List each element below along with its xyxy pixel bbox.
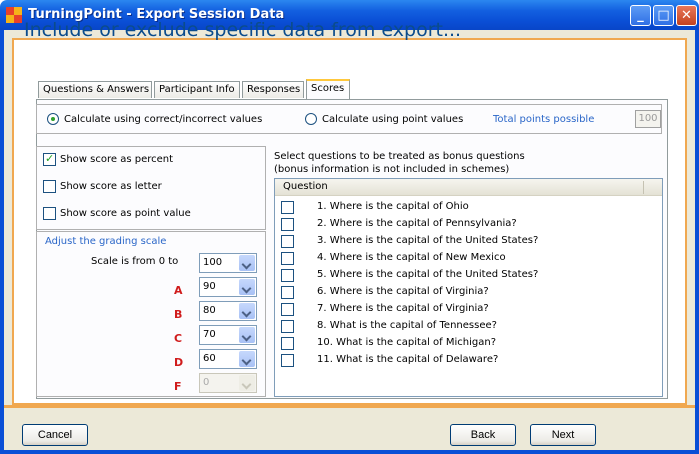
close-icon: ✕: [681, 8, 692, 23]
grade-letter-a: A: [174, 284, 183, 297]
maximize-button[interactable]: □: [653, 5, 674, 26]
bonus-checkbox[interactable]: [281, 354, 294, 367]
grade-d-select[interactable]: 60: [199, 349, 257, 369]
question-text: 11. What is the capital of Delaware?: [317, 354, 499, 365]
bonus-instructions-line-1: Select questions to be treated as bonus …: [274, 151, 525, 162]
show-percent-label[interactable]: Show score as percent: [60, 154, 173, 165]
question-row[interactable]: 7. Where is the capital of Virginia?: [275, 301, 662, 318]
chevron-down-icon[interactable]: [239, 279, 255, 295]
bonus-checkbox[interactable]: [281, 320, 294, 333]
bonus-checkbox[interactable]: [281, 235, 294, 248]
bonus-question-list: Question 1. Where is the capital of Ohio…: [274, 178, 663, 397]
chevron-down-icon: [239, 375, 255, 391]
question-column-header[interactable]: Question: [275, 179, 662, 196]
grade-a-select[interactable]: 90: [199, 277, 257, 297]
bonus-checkbox[interactable]: [281, 269, 294, 282]
back-button[interactable]: Back: [450, 424, 516, 446]
grading-scale-group: Adjust the grading scale Scale is from 0…: [36, 231, 266, 397]
bonus-checkbox[interactable]: [281, 337, 294, 350]
bonus-checkbox[interactable]: [281, 218, 294, 231]
total-points-input[interactable]: 100: [635, 110, 661, 128]
scale-range-label: Scale is from 0 to: [91, 256, 179, 267]
question-row[interactable]: 8. What is the capital of Tennessee?: [275, 318, 662, 335]
bonus-checkbox[interactable]: [281, 286, 294, 299]
grade-f-value: 0: [203, 377, 210, 388]
question-column-label: Question: [283, 181, 328, 192]
chevron-down-icon[interactable]: [239, 351, 255, 367]
chevron-down-icon[interactable]: [239, 255, 255, 271]
grade-d-value: 60: [203, 353, 216, 364]
chevron-down-icon[interactable]: [239, 303, 255, 319]
bonus-checkbox[interactable]: [281, 201, 294, 214]
question-text: 1. Where is the capital of Ohio: [317, 201, 469, 212]
question-row[interactable]: 5. Where is the capital of the United St…: [275, 267, 662, 284]
total-points-label: Total points possible: [493, 114, 595, 125]
question-row[interactable]: 11. What is the capital of Delaware?: [275, 352, 662, 369]
question-text: 10. What is the capital of Michigan?: [317, 337, 497, 348]
question-text: 6. Where is the capital of Virginia?: [317, 286, 489, 297]
tab-questions-answers[interactable]: Questions & Answers: [38, 81, 152, 98]
radio-point-values[interactable]: [305, 113, 317, 125]
question-text: 3. Where is the capital of the United St…: [317, 235, 539, 246]
calculation-method-group: Calculate using correct/incorrect values…: [36, 104, 662, 134]
grade-a-value: 90: [203, 281, 216, 292]
grade-letter-f: F: [174, 380, 182, 393]
scale-max-value: 100: [203, 257, 223, 268]
grade-c-value: 70: [203, 329, 216, 340]
show-point-value-label[interactable]: Show score as point value: [60, 208, 191, 219]
tab-participant-info[interactable]: Participant Info: [154, 81, 240, 98]
question-row[interactable]: 6. Where is the capital of Virginia?: [275, 284, 662, 301]
scale-max-select[interactable]: 100: [199, 253, 257, 273]
grade-letter-c: C: [174, 332, 183, 345]
grade-b-select[interactable]: 80: [199, 301, 257, 321]
show-letter-label[interactable]: Show score as letter: [60, 181, 162, 192]
question-row[interactable]: 1. Where is the capital of Ohio: [275, 199, 662, 216]
grade-letter-d: D: [174, 356, 184, 369]
bonus-instructions-line-2: (bonus information is not included in sc…: [274, 164, 510, 175]
show-letter-checkbox[interactable]: [43, 180, 56, 193]
radio-point-values-label[interactable]: Calculate using point values: [322, 114, 463, 125]
maximize-icon: □: [657, 8, 670, 23]
tab-responses[interactable]: Responses: [242, 81, 304, 98]
radio-correct-incorrect-label[interactable]: Calculate using correct/incorrect values: [64, 114, 262, 125]
footer-divider: [4, 405, 695, 408]
close-button[interactable]: ✕: [676, 5, 697, 26]
question-row[interactable]: 10. What is the capital of Michigan?: [275, 335, 662, 352]
question-text: 5. Where is the capital of the United St…: [317, 269, 539, 280]
grade-b-value: 80: [203, 305, 216, 316]
question-row[interactable]: 2. Where is the capital of Pennsylvania?: [275, 216, 662, 233]
radio-correct-incorrect[interactable]: [47, 113, 59, 125]
grade-f-select: 0: [199, 373, 257, 393]
cancel-button[interactable]: Cancel: [22, 424, 88, 446]
question-row[interactable]: 3. Where is the capital of the United St…: [275, 233, 662, 250]
grade-letter-b: B: [174, 308, 183, 321]
next-button[interactable]: Next: [530, 424, 596, 446]
minimize-icon: _: [637, 8, 644, 23]
question-text: 2. Where is the capital of Pennsylvania?: [317, 218, 517, 229]
bonus-checkbox[interactable]: [281, 303, 294, 316]
chevron-down-icon[interactable]: [239, 327, 255, 343]
turningpoint-app-icon: [6, 7, 22, 23]
page-title: Include or exclude specific data from ex…: [24, 19, 462, 41]
question-text: 7. Where is the capital of Virginia?: [317, 303, 489, 314]
tab-scores[interactable]: Scores: [306, 79, 350, 99]
question-row[interactable]: 4. Where is the capital of New Mexico: [275, 250, 662, 267]
minimize-button[interactable]: _: [630, 5, 651, 26]
grade-c-select[interactable]: 70: [199, 325, 257, 345]
show-point-value-checkbox[interactable]: [43, 207, 56, 220]
score-display-options: Show score as percent Show score as lett…: [36, 146, 266, 230]
column-separator: [643, 181, 644, 194]
bonus-checkbox[interactable]: [281, 252, 294, 265]
bonus-instructions: Select questions to be treated as bonus …: [274, 150, 525, 176]
question-text: 8. What is the capital of Tennessee?: [317, 320, 497, 331]
grading-scale-title: Adjust the grading scale: [45, 236, 167, 247]
show-percent-checkbox[interactable]: [43, 152, 56, 166]
question-text: 4. Where is the capital of New Mexico: [317, 252, 506, 263]
